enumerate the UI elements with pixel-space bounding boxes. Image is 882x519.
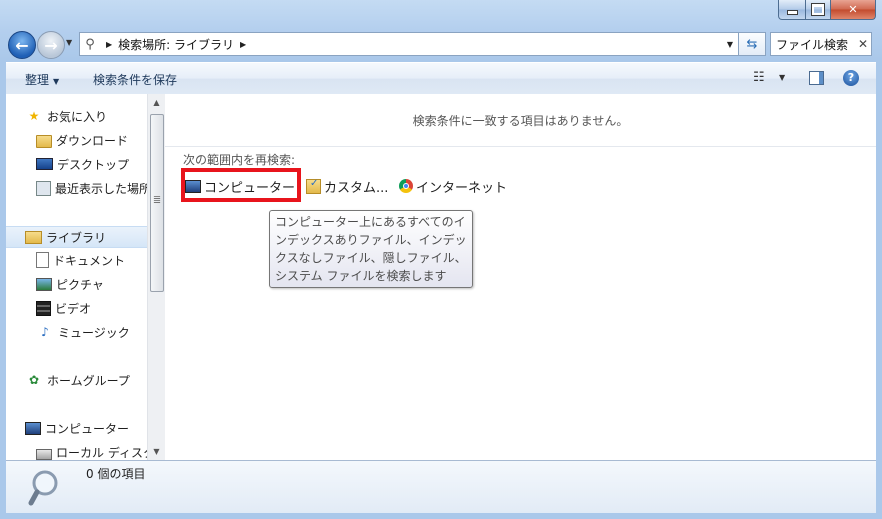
breadcrumb-arrow-icon[interactable]: ▶	[240, 40, 246, 49]
close-icon: ✕	[848, 3, 858, 16]
nav-documents[interactable]: ドキュメント	[6, 250, 147, 270]
star-icon: ★	[28, 109, 40, 123]
option-label: インターネット	[416, 180, 508, 196]
organize-button[interactable]: 整理 ▼	[25, 71, 59, 88]
recent-places-icon	[36, 180, 51, 196]
grip-icon: ═ ═	[154, 193, 161, 208]
help-icon[interactable]: ?	[843, 70, 859, 86]
explorer-window: ✕ ← → ▼ ⚲ ▶ 検索場所: ライブラリ ▶ ▼ ⇆ ファイル検索 ✕ 整…	[0, 0, 882, 519]
search-again-custom[interactable]: カスタム...	[306, 176, 388, 196]
nav-videos[interactable]: ビデオ	[6, 298, 147, 318]
minimize-button[interactable]	[778, 0, 806, 20]
nav-label: お気に入り	[47, 109, 108, 124]
arrow-left-icon: ←	[15, 35, 29, 55]
nav-favorites[interactable]: ★ お気に入り	[6, 106, 147, 126]
scroll-up-icon[interactable]: ▲	[148, 94, 165, 111]
nav-local-disk[interactable]: ローカル ディスク	[6, 442, 147, 460]
nav-label: ピクチャ	[56, 277, 104, 292]
search-again-internet[interactable]: インターネット	[399, 176, 507, 196]
scroll-down-icon[interactable]: ▼	[148, 443, 165, 460]
library-icon	[25, 230, 42, 244]
nav-pictures[interactable]: ピクチャ	[6, 274, 147, 294]
computer-icon	[185, 179, 201, 193]
nav-label: ダウンロード	[56, 133, 129, 148]
scrollbar-thumb[interactable]: ═ ═	[150, 114, 164, 292]
command-bar: 整理 ▼ 検索条件を保存 ☷ ▼ ?	[6, 62, 876, 95]
custom-folder-icon	[306, 178, 321, 194]
details-pane: 0 個の項目	[6, 460, 876, 513]
chevron-down-icon: ▼	[53, 77, 60, 86]
drive-icon	[36, 448, 52, 460]
tooltip: コンピューター上にあるすべてのインデックスありファイル、インデックスなしファイル…	[269, 210, 473, 288]
option-label: コンピューター	[204, 180, 296, 196]
computer-icon	[25, 421, 41, 435]
nav-label: ローカル ディスク	[56, 445, 147, 460]
back-button[interactable]: ←	[8, 31, 36, 59]
search-input[interactable]: ファイル検索	[771, 36, 855, 53]
nav-label: デスクトップ	[57, 157, 130, 172]
address-bar[interactable]: ⚲ ▶ 検索場所: ライブラリ ▶ ▼	[79, 32, 739, 56]
nav-label: ドキュメント	[53, 253, 126, 268]
chrome-icon	[399, 179, 413, 193]
breadcrumb-arrow-icon[interactable]: ▶	[106, 40, 112, 49]
option-label: カスタム...	[324, 180, 389, 196]
downloads-folder-icon	[36, 134, 52, 148]
search-again-computer[interactable]: コンピューター	[185, 176, 295, 196]
nav-downloads[interactable]: ダウンロード	[6, 130, 147, 150]
search-box[interactable]: ファイル検索 ✕	[770, 32, 872, 56]
divider	[165, 146, 876, 147]
arrow-right-icon: →	[44, 35, 58, 55]
minimize-icon	[786, 10, 798, 15]
nav-desktop[interactable]: デスクトップ	[6, 154, 147, 174]
navigation-scrollbar[interactable]: ▲ ═ ═ ▼	[147, 94, 165, 460]
nav-recent-places[interactable]: 最近表示した場所	[6, 178, 147, 198]
view-dropdown-icon[interactable]: ▼	[779, 73, 785, 82]
desktop-icon	[36, 158, 53, 170]
video-icon	[36, 300, 51, 316]
save-search-button[interactable]: 検索条件を保存	[93, 71, 177, 88]
nav-label: ライブラリ	[46, 230, 107, 245]
item-count: 0 個の項目	[86, 467, 146, 481]
refresh-button[interactable]: ⇆	[738, 32, 766, 56]
picture-icon	[36, 277, 52, 291]
maximize-icon	[811, 3, 825, 16]
music-note-icon: ♪	[41, 325, 49, 339]
view-options-icon[interactable]: ☷	[753, 70, 765, 85]
recent-pages-dropdown[interactable]: ▼	[66, 38, 72, 47]
caption-buttons: ✕	[778, 0, 876, 20]
nav-music[interactable]: ♪ ミュージック	[6, 322, 147, 342]
nav-homegroup[interactable]: ✿ ホームグループ	[6, 370, 147, 390]
document-icon	[36, 252, 49, 268]
forward-button[interactable]: →	[37, 31, 65, 59]
breadcrumb-search-location[interactable]: 検索場所: ライブラリ	[118, 36, 234, 53]
nav-label: 最近表示した場所	[55, 181, 147, 196]
refresh-icon: ⇆	[746, 36, 758, 52]
nav-label: ビデオ	[55, 301, 92, 316]
close-button[interactable]: ✕	[831, 0, 876, 20]
navigation-row: ← → ▼ ⚲ ▶ 検索場所: ライブラリ ▶ ▼ ⇆ ファイル検索 ✕	[0, 28, 882, 62]
nav-label: ミュージック	[58, 325, 130, 340]
nav-libraries[interactable]: ライブラリ	[6, 226, 147, 248]
clear-search-icon[interactable]: ✕	[855, 37, 871, 51]
nav-label: コンピューター	[45, 421, 130, 436]
preview-pane-icon[interactable]	[809, 71, 824, 85]
search-again-label: 次の範囲内を再検索:	[183, 153, 296, 167]
nav-label: ホームグループ	[47, 373, 130, 388]
homegroup-icon: ✿	[28, 373, 40, 387]
search-location-icon: ⚲	[85, 36, 95, 52]
navigation-pane: ★ お気に入り ダウンロード デスクトップ 最近表示した場所 ライブラリ ドキュメ…	[6, 94, 147, 460]
nav-computer[interactable]: コンピューター	[6, 418, 147, 438]
no-results-message: 検索条件に一致する項目はありません。	[412, 114, 629, 128]
address-dropdown-icon[interactable]: ▼	[727, 40, 733, 49]
maximize-button[interactable]	[806, 0, 831, 20]
organize-label: 整理	[25, 73, 50, 87]
magnifier-icon	[28, 470, 58, 506]
